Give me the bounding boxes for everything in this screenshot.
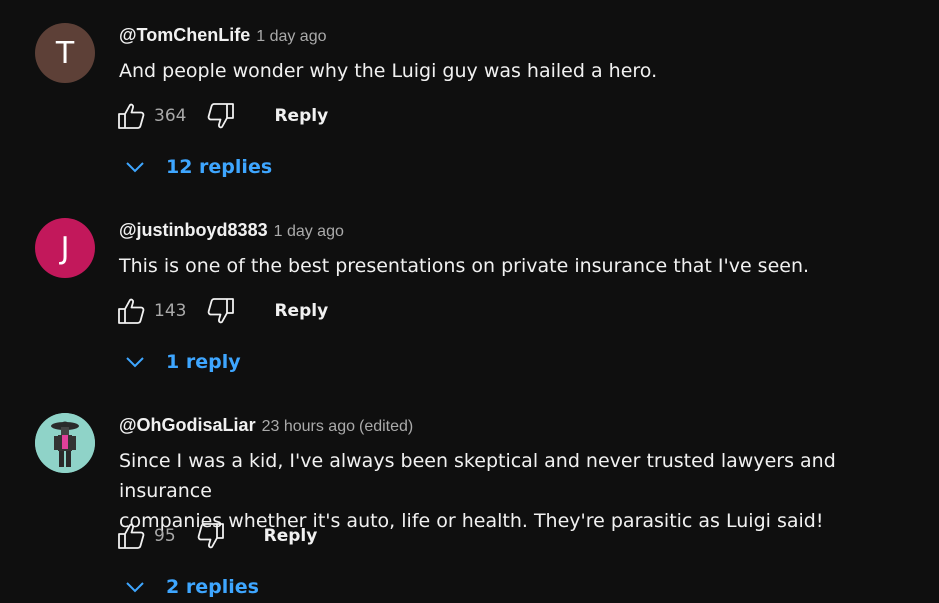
comment-timestamp[interactable]: 1 day ago xyxy=(256,28,326,45)
comment-header: @TomChenLife 1 day ago xyxy=(119,25,327,46)
reply-button[interactable]: Reply xyxy=(264,526,318,546)
like-button[interactable] xyxy=(116,296,146,326)
like-count: 143 xyxy=(154,301,187,321)
view-replies-button[interactable]: 1 reply xyxy=(124,346,241,378)
like-count: 95 xyxy=(154,526,176,546)
thumbs-up-icon xyxy=(118,103,145,129)
thumbs-down-icon xyxy=(208,103,235,129)
comment-text: And people wonder why the Luigi guy was … xyxy=(119,60,658,82)
comment-author[interactable]: @justinboyd8383 xyxy=(119,220,268,240)
dislike-button[interactable] xyxy=(206,101,236,131)
reply-button[interactable]: Reply xyxy=(274,106,328,126)
dislike-button[interactable] xyxy=(196,521,226,551)
avatar-figure-icon xyxy=(35,413,95,473)
comment-actions: 95 Reply xyxy=(116,520,317,552)
comment-timestamp[interactable]: 1 day ago xyxy=(274,223,344,240)
view-replies-button[interactable]: 12 replies xyxy=(124,151,272,183)
like-button[interactable] xyxy=(116,101,146,131)
replies-count-label: 12 replies xyxy=(166,156,273,178)
dislike-button[interactable] xyxy=(206,296,236,326)
view-replies-button[interactable]: 2 replies xyxy=(124,571,259,603)
comment-author[interactable]: @OhGodisaLiar xyxy=(119,415,256,435)
avatar-letter: J xyxy=(60,230,70,266)
comment-timestamp[interactable]: 23 hours ago xyxy=(262,418,355,435)
thumbs-down-icon xyxy=(197,523,224,549)
thumbs-up-icon xyxy=(118,523,145,549)
like-count: 364 xyxy=(154,106,187,126)
replies-count-label: 1 reply xyxy=(166,351,241,373)
like-button[interactable] xyxy=(116,521,146,551)
replies-count-label: 2 replies xyxy=(166,576,259,598)
comment-header: @justinboyd8383 1 day ago xyxy=(119,220,344,241)
avatar-letter: T xyxy=(55,35,75,71)
reply-button[interactable]: Reply xyxy=(274,301,328,321)
comment-actions: 364 Reply xyxy=(116,100,328,132)
comment-header: @OhGodisaLiar 23 hours ago (edited) xyxy=(119,415,413,436)
thumbs-up-icon xyxy=(118,298,145,324)
comment-text: This is one of the best presentations on… xyxy=(119,255,810,277)
comment-text-line: Since I was a kid, I've always been skep… xyxy=(119,450,836,502)
avatar[interactable]: J xyxy=(35,218,95,278)
chevron-down-icon xyxy=(126,357,144,368)
edited-label: (edited) xyxy=(358,418,414,435)
comment-author[interactable]: @TomChenLife xyxy=(119,25,250,45)
comment-actions: 143 Reply xyxy=(116,295,328,327)
chevron-down-icon xyxy=(126,162,144,173)
chevron-down-icon xyxy=(126,582,144,593)
thumbs-down-icon xyxy=(208,298,235,324)
avatar[interactable]: T xyxy=(35,23,95,83)
avatar[interactable] xyxy=(35,413,95,473)
